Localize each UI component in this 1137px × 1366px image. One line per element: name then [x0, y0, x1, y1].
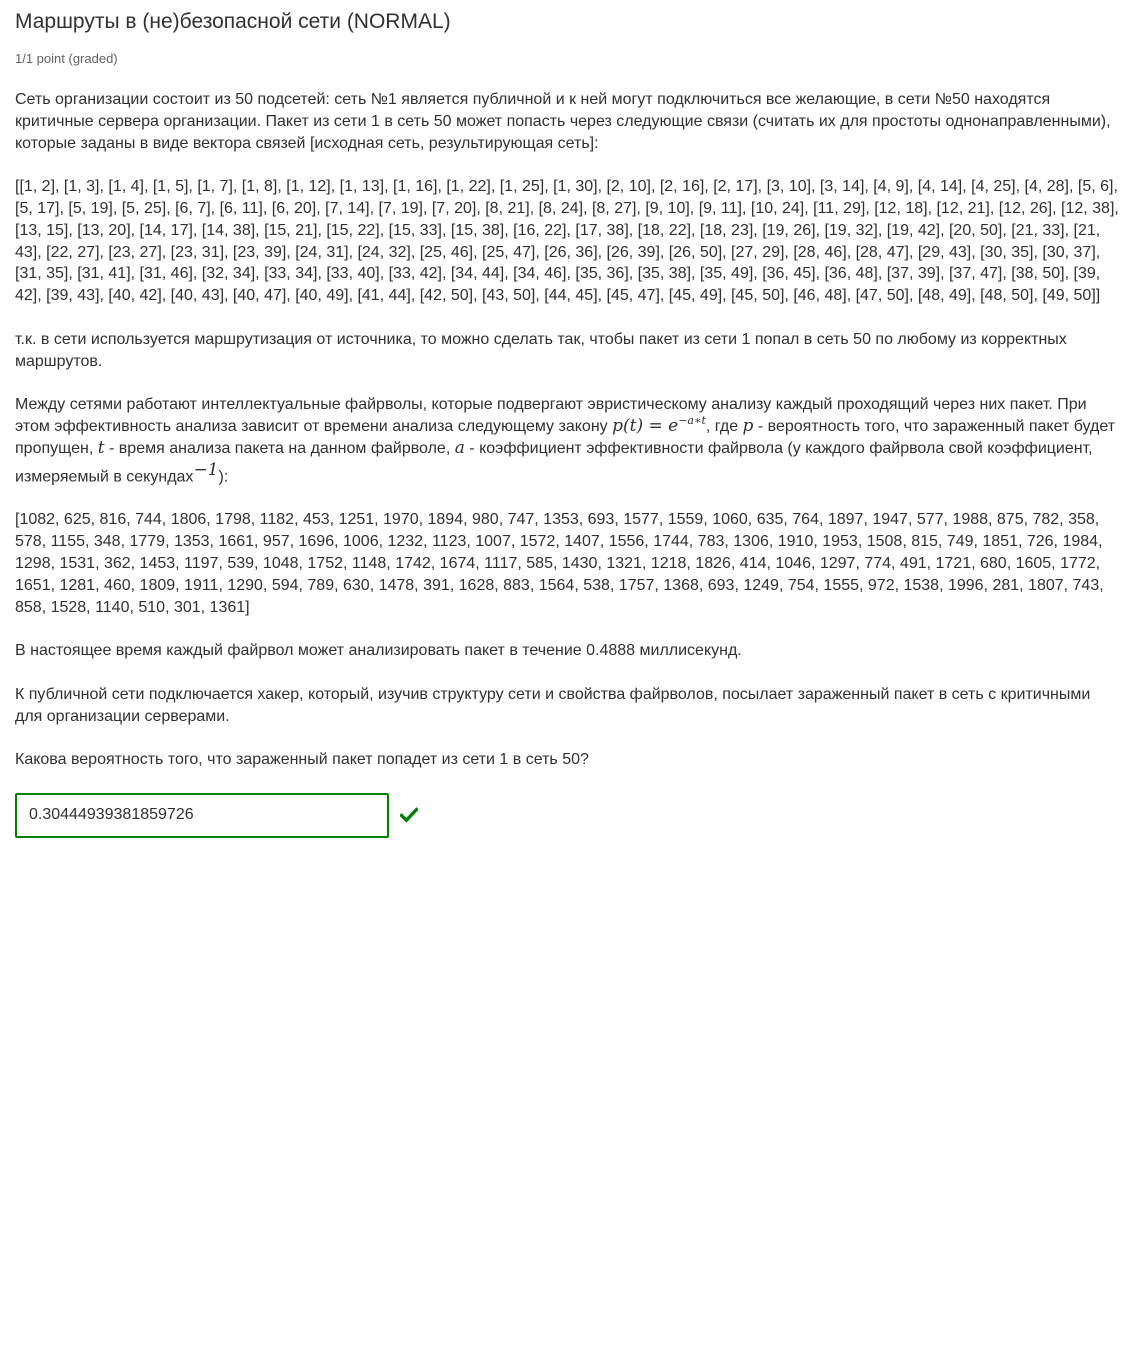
firewall-paragraph: Между сетями работают интеллектуальные ф…: [15, 394, 1122, 488]
question-paragraph: Какова вероятность того, что зараженный …: [15, 751, 589, 769]
variable-p: p: [742, 415, 754, 436]
problem-body: Сеть организации состоит из 50 подсетей:…: [15, 89, 1122, 838]
firewall-text-b: , где: [705, 417, 743, 435]
coefficients-paragraph: [1082, 625, 816, 744, 1806, 1798, 1182, …: [15, 511, 1104, 616]
firewall-text-d: - время анализа пакета на данном файрвол…: [104, 439, 455, 457]
problem-progress: 1/1 point (graded): [15, 51, 118, 66]
firewall-text-f: ):: [218, 467, 229, 485]
checkmark-icon: [400, 807, 418, 823]
problem-title: Маршруты в (не)безопасной сети (NORMAL): [15, 10, 451, 33]
formula-lhs: p(t) = e: [612, 415, 679, 436]
problem-container: Маршруты в (не)безопасной сети (NORMAL) …: [0, 0, 1137, 838]
formula-exponent: −a∗t: [678, 413, 706, 427]
analysis-time-paragraph: В настоящее время каждый файрвол может а…: [15, 642, 742, 660]
intro-paragraph: Сеть организации состоит из 50 подсетей:…: [15, 91, 1111, 152]
variable-a: a: [454, 437, 465, 458]
variable-t: t: [97, 437, 105, 458]
answer-row: [15, 792, 1122, 838]
hacker-paragraph: К публичной сети подключается хакер, кот…: [15, 685, 1091, 725]
links-paragraph: [[1, 2], [1, 3], [1, 4], [1, 5], [1, 7],…: [15, 178, 1119, 305]
formula: p(t) = e−a∗t: [612, 413, 706, 436]
unit-exponent: −1: [193, 459, 219, 480]
routing-paragraph: т.к. в сети используется маршрутизация о…: [15, 330, 1067, 370]
answer-input[interactable]: [15, 792, 389, 838]
